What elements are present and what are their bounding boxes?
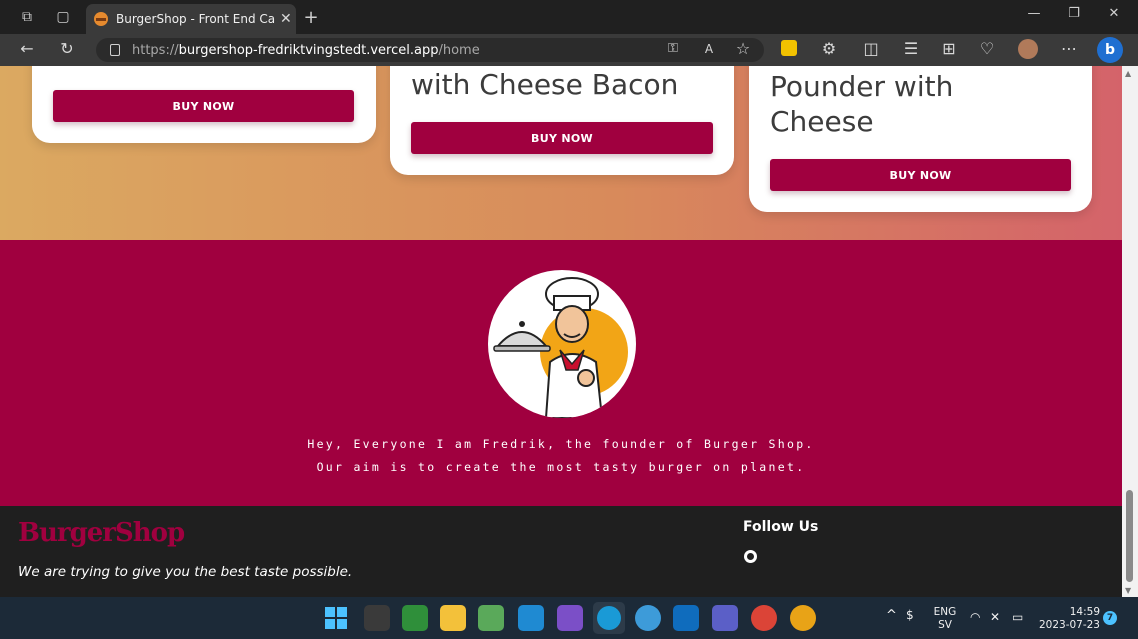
url-text: https://burgershop-fredriktvingstedt.ver…: [132, 42, 480, 58]
language-bottom: SV: [938, 619, 952, 631]
outlook-icon[interactable]: [673, 605, 699, 631]
collections-icon[interactable]: ⊞: [938, 38, 960, 60]
active-tab[interactable]: BurgerShop - Front End Capston ✕: [86, 4, 296, 34]
chef-illustration-icon: [493, 277, 628, 418]
language-top: ENG: [933, 606, 957, 618]
buy-now-button[interactable]: BUY NOW: [411, 122, 713, 154]
back-icon[interactable]: ←: [16, 38, 38, 60]
file-explorer-icon[interactable]: [440, 605, 466, 631]
burger-favicon-icon: [94, 12, 108, 26]
scrollbar-thumb[interactable]: [1126, 490, 1133, 582]
clock[interactable]: 14:59 2023-07-23: [1038, 606, 1100, 632]
vscode-icon[interactable]: [518, 605, 544, 631]
extensions-icon[interactable]: ⚙: [818, 38, 840, 60]
battery-icon[interactable]: ▭: [1012, 611, 1023, 624]
footer-brand-logo[interactable]: BurgerShop: [18, 518, 185, 548]
notification-badge[interactable]: 7: [1103, 611, 1117, 625]
read-aloud-icon[interactable]: A: [698, 38, 720, 60]
follow-us-heading: Follow Us: [743, 519, 819, 535]
menu-card-1: BUY NOW: [32, 66, 376, 143]
wifi-icon[interactable]: ◠: [970, 611, 980, 624]
volume-muted-icon[interactable]: ✕: [990, 611, 1000, 624]
key-icon[interactable]: ⚿: [662, 38, 684, 60]
r-app-icon[interactable]: [364, 605, 390, 631]
buy-now-button[interactable]: BUY NOW: [53, 90, 354, 122]
lock-icon: [110, 44, 120, 56]
language-indicator[interactable]: ENG SV: [932, 606, 958, 632]
show-hidden-icons-icon[interactable]: ^: [886, 609, 897, 622]
extension-icon[interactable]: [781, 40, 797, 56]
about-text-line-2: Our aim is to create the most tasty burg…: [316, 460, 806, 474]
new-tab-icon[interactable]: +: [302, 7, 320, 28]
start-windows-icon[interactable]: [325, 607, 347, 629]
edge-browser-active-icon[interactable]: [593, 602, 625, 634]
notepad-app-icon[interactable]: [478, 605, 504, 631]
about-text-line-1: Hey, Everyone I am Fredrik, the founder …: [307, 437, 815, 451]
clock-time: 14:59: [1069, 606, 1100, 618]
favorite-star-icon[interactable]: ☆: [732, 38, 754, 60]
founder-avatar: [488, 270, 636, 418]
buy-now-button[interactable]: BUY NOW: [770, 159, 1071, 191]
card-title-line-1: Pounder with: [770, 70, 954, 103]
clock-date: 2023-07-23: [1038, 619, 1100, 631]
favorites-icon[interactable]: ☰: [900, 38, 922, 60]
split-screen-icon[interactable]: ◫: [860, 38, 882, 60]
footer-tagline: We are trying to give you the best taste…: [18, 564, 353, 580]
close-tab-icon[interactable]: ✕: [280, 11, 292, 27]
bing-chat-icon[interactable]: b: [1097, 37, 1123, 63]
menu-card-3: Pounder with Cheese BUY NOW: [749, 66, 1092, 212]
refresh-icon[interactable]: ↻: [56, 38, 78, 60]
page-viewport: BUY NOW with Cheese Bacon BUY NOW Pounde…: [0, 66, 1122, 597]
scroll-down-arrow-icon[interactable]: ▼: [1125, 586, 1131, 595]
teams-icon[interactable]: [712, 605, 738, 631]
restore-icon[interactable]: ❐: [1056, 6, 1092, 28]
menu-section: BUY NOW with Cheese Bacon BUY NOW Pounde…: [0, 66, 1122, 240]
workspaces-icon[interactable]: ⧉: [18, 8, 36, 26]
minimize-icon[interactable]: —: [1016, 6, 1052, 28]
profile-avatar[interactable]: [1018, 39, 1038, 59]
github-icon[interactable]: [744, 550, 757, 563]
tab-actions-icon[interactable]: ▢: [54, 8, 72, 26]
scroll-up-arrow-icon[interactable]: ▲: [1125, 69, 1131, 78]
visual-studio-icon[interactable]: [557, 605, 583, 631]
tab-title: BurgerShop - Front End Capston: [116, 12, 276, 26]
menu-card-2: with Cheese Bacon BUY NOW: [390, 66, 734, 175]
card-title-line-2: Cheese: [770, 105, 874, 138]
close-window-icon[interactable]: ✕: [1096, 6, 1132, 28]
performance-icon[interactable]: ♡: [976, 38, 998, 60]
file-sync-app-icon[interactable]: [402, 605, 428, 631]
currency-icon[interactable]: $: [906, 609, 914, 622]
chrome-canary-icon[interactable]: [751, 605, 777, 631]
azure-data-studio-icon[interactable]: [635, 605, 661, 631]
more-options-icon[interactable]: ⋯: [1058, 38, 1080, 60]
chrome-icon[interactable]: [790, 605, 816, 631]
card-title: with Cheese Bacon: [411, 68, 679, 101]
